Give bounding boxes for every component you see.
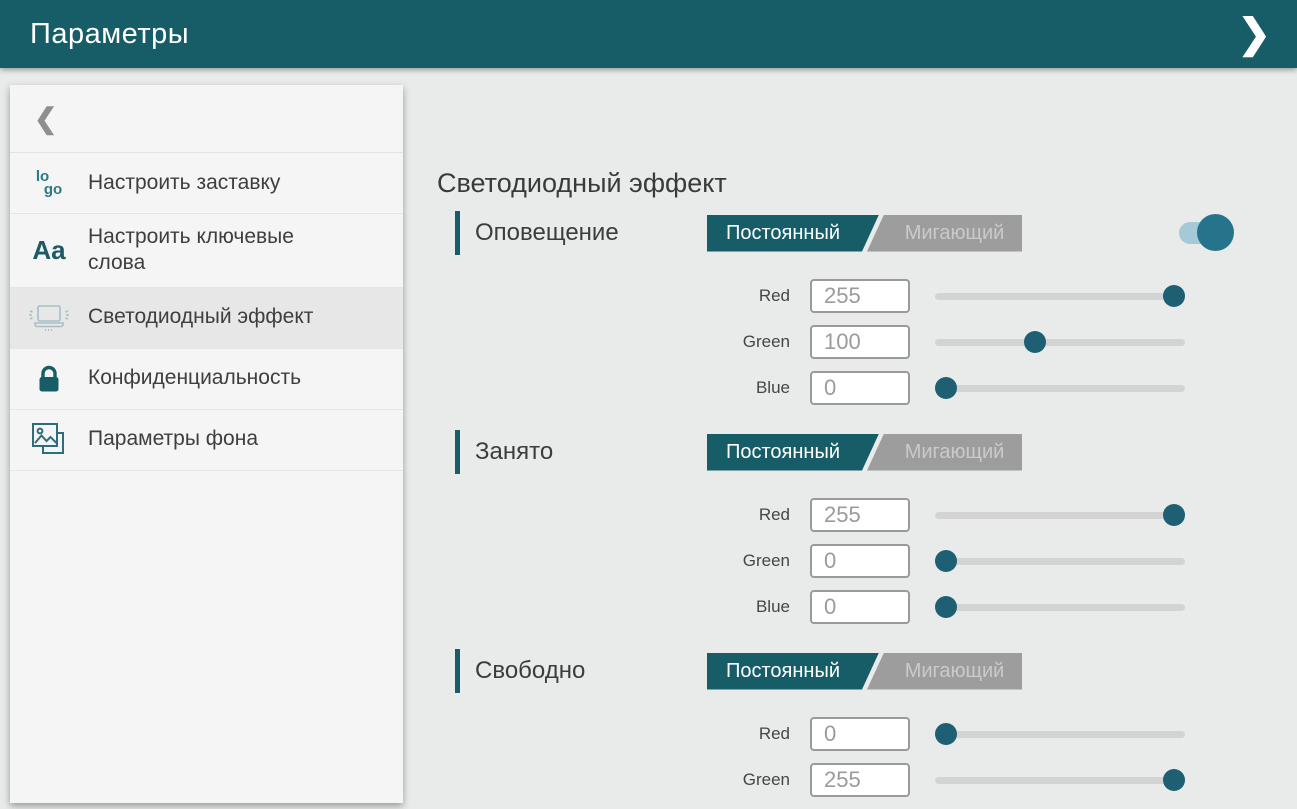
toggle-knob[interactable] (1197, 214, 1234, 251)
slider-thumb[interactable] (935, 550, 957, 572)
mode-constant-button[interactable]: Постоянный (707, 653, 879, 690)
red-value-input[interactable] (810, 279, 910, 313)
red-value-input[interactable] (810, 717, 910, 751)
slider-thumb[interactable] (1163, 504, 1185, 526)
red-channel-row: Red (437, 494, 1297, 535)
slider-track (935, 777, 1185, 784)
channel-label: Red (437, 724, 790, 744)
section-accent-bar (455, 649, 460, 693)
notification-led-toggle[interactable] (1179, 221, 1229, 245)
green-slider[interactable] (935, 331, 1185, 353)
laptop-display-icon (10, 303, 88, 333)
section-header-free: Свободно Постоянный Мигающий (437, 647, 1297, 695)
green-value-input[interactable] (810, 544, 910, 578)
mode-segmented-control: Постоянный Мигающий (707, 434, 1022, 471)
mode-segmented-control: Постоянный Мигающий (707, 653, 1022, 690)
panel-title: Светодиодный эффект (437, 168, 1297, 199)
sidebar-item-privacy[interactable]: Конфиденциальность (10, 349, 403, 410)
logo-icon-text-bottom: go (44, 183, 62, 196)
sidebar-item-label: Конфиденциальность (88, 365, 379, 391)
sidebar-item-background[interactable]: Параметры фона (10, 410, 403, 471)
red-slider[interactable] (935, 723, 1185, 745)
sidebar-item-label: Настроить заставку (88, 170, 358, 196)
slider-track (935, 293, 1185, 300)
slider-thumb[interactable] (935, 377, 957, 399)
sidebar-item-led-effect[interactable]: Светодиодный эффект (10, 288, 403, 349)
slider-thumb[interactable] (935, 723, 957, 745)
slider-track (935, 604, 1185, 611)
mode-blinking-button[interactable]: Мигающий (867, 215, 1022, 252)
sidebar-item-label: Параметры фона (88, 426, 336, 452)
blue-value-input[interactable] (810, 590, 910, 624)
blue-slider[interactable] (935, 596, 1185, 618)
green-channel-row: Green (437, 321, 1297, 362)
blue-slider[interactable] (935, 377, 1185, 399)
section-header-notification: Оповещение Постоянный Мигающий (437, 209, 1297, 257)
channel-label: Green (437, 770, 790, 790)
app-header: Параметры ❯ (0, 0, 1297, 68)
red-channel-row: Red (437, 713, 1297, 754)
sidebar-back-row[interactable]: ❮ (10, 85, 403, 153)
channel-label: Blue (437, 597, 790, 617)
back-chevron-icon[interactable]: ❮ (34, 102, 57, 135)
blue-value-input[interactable] (810, 371, 910, 405)
mode-blinking-button[interactable]: Мигающий (867, 434, 1022, 471)
sidebar-item-keywords[interactable]: Aa Настроить ключевые слова (10, 214, 403, 288)
channel-label: Red (437, 286, 790, 306)
green-slider[interactable] (935, 769, 1185, 791)
slider-track (935, 558, 1185, 565)
red-slider[interactable] (935, 285, 1185, 307)
section-title: Занято (475, 438, 707, 466)
green-value-input[interactable] (810, 763, 910, 797)
section-title: Оповещение (475, 219, 707, 247)
green-channel-row: Green (437, 540, 1297, 581)
slider-track (935, 512, 1185, 519)
settings-sidebar: ❮ lo go Настроить заставку Aa Настроить … (10, 85, 403, 803)
blue-channel-row: Blue (437, 367, 1297, 408)
mode-blinking-button[interactable]: Мигающий (867, 653, 1022, 690)
sidebar-item-label: Настроить ключевые слова (88, 224, 403, 277)
section-title: Свободно (475, 657, 707, 685)
slider-track (935, 339, 1185, 346)
green-slider[interactable] (935, 550, 1185, 572)
stacked-images-icon (10, 422, 88, 458)
green-value-input[interactable] (810, 325, 910, 359)
rgb-rows-busy: Red Green Blue (437, 494, 1297, 627)
aa-letters-icon: Aa (10, 237, 88, 263)
channel-label: Red (437, 505, 790, 525)
slider-track (935, 731, 1185, 738)
blue-channel-row: Blue (437, 586, 1297, 627)
slider-thumb[interactable] (1024, 331, 1046, 353)
mode-constant-button[interactable]: Постоянный (707, 215, 879, 252)
mode-segmented-control: Постоянный Мигающий (707, 215, 1022, 252)
mode-constant-button[interactable]: Постоянный (707, 434, 879, 471)
sidebar-item-screensaver[interactable]: lo go Настроить заставку (10, 153, 403, 214)
slider-thumb[interactable] (935, 596, 957, 618)
section-accent-bar (455, 211, 460, 255)
slider-track (935, 385, 1185, 392)
rgb-rows-notification: Red Green Blue (437, 275, 1297, 408)
lock-icon (10, 364, 88, 394)
green-channel-row: Green (437, 759, 1297, 800)
channel-label: Green (437, 332, 790, 352)
red-slider[interactable] (935, 504, 1185, 526)
page-title: Параметры (30, 18, 189, 51)
red-value-input[interactable] (810, 498, 910, 532)
section-accent-bar (455, 430, 460, 474)
led-effect-panel: Светодиодный эффект Оповещение Постоянны… (437, 68, 1297, 809)
red-channel-row: Red (437, 275, 1297, 316)
blue-channel-row: Blue (437, 805, 1297, 809)
rgb-rows-free: Red Green Blue (437, 713, 1297, 809)
sidebar-item-label: Светодиодный эффект (88, 304, 391, 330)
slider-thumb[interactable] (1163, 285, 1185, 307)
slider-thumb[interactable] (1163, 769, 1185, 791)
section-header-busy: Занято Постоянный Мигающий (437, 428, 1297, 476)
channel-label: Green (437, 551, 790, 571)
logo-icon: lo go (10, 170, 88, 196)
forward-chevron-icon[interactable]: ❯ (1237, 14, 1271, 54)
channel-label: Blue (437, 378, 790, 398)
